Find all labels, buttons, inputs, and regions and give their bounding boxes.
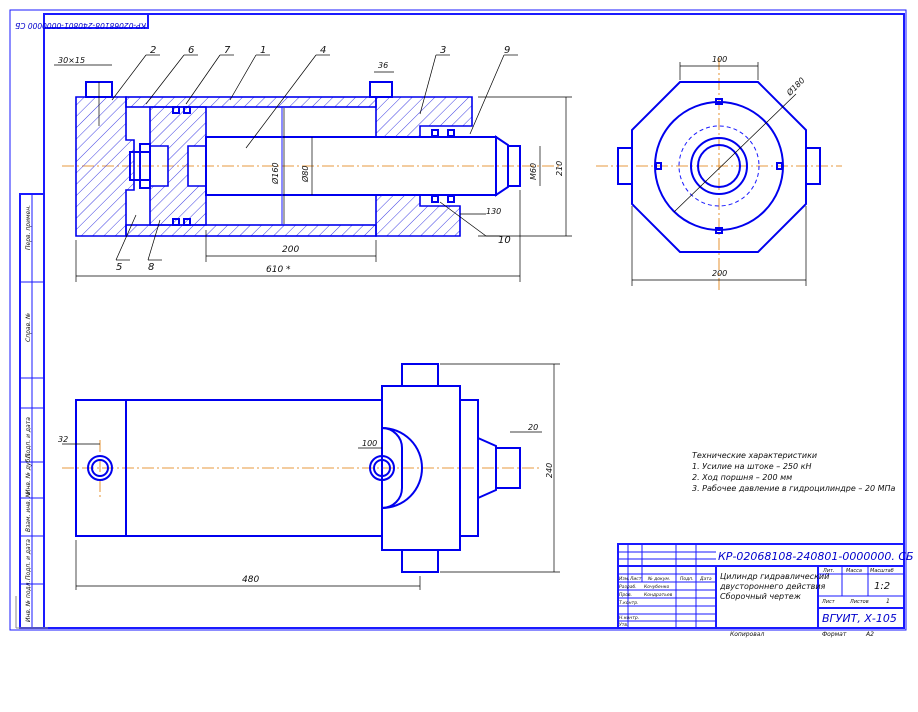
side-dim-length: 480 — [242, 575, 259, 585]
drawing-sheet: КР-02068108-240801-0000000 СБ Инв. № под… — [9, 9, 914, 638]
strip-label-3: Взам. инв. № — [25, 491, 32, 532]
strip-label-5: Подп. и дата — [25, 417, 32, 458]
tb-role-2: Пров. — [619, 592, 632, 598]
dim-rod-end: М60 — [529, 163, 538, 180]
strip-label-1: Инв. № подл. — [25, 581, 32, 622]
callout-1: 1 — [260, 45, 266, 56]
tb-org: ВГУИТ, Х-105 — [822, 612, 897, 625]
tb-role-name-1: Кочубенко — [644, 584, 669, 590]
dim-rod-dia: Ø80 — [300, 166, 310, 183]
strip-label-7: Перв. примен. — [25, 205, 32, 250]
tb-sheets: Листов — [849, 599, 869, 605]
tb-col-mass: Масса — [846, 568, 862, 574]
tb-row-2: Лист — [629, 576, 642, 582]
dim-chamfer: 30×15 — [58, 56, 85, 65]
tech-notes-title: Технические характеристики — [692, 451, 817, 460]
side-dim-left: 32 — [58, 435, 68, 444]
dim-stroke: 200 — [282, 245, 299, 255]
tb-name-1: Цилиндр гидравлический — [720, 572, 829, 581]
tb-format-label: Формат — [822, 631, 847, 638]
callout-3: 3 — [440, 45, 446, 56]
callout-10: 10 — [498, 235, 511, 246]
tb-role-name-2: Кондратьев — [644, 592, 673, 598]
dim-height: 210 — [555, 161, 564, 176]
section-view: 2 6 7 1 4 3 9 5 8 10 30×15 36 200 610 * … — [54, 45, 572, 282]
dim-length: 610 * — [266, 265, 291, 275]
tb-sheets-count: 1 — [886, 598, 890, 605]
callout-8: 8 — [148, 262, 154, 273]
callout-9: 9 — [504, 45, 510, 56]
tb-role-3: Т.контр. — [619, 600, 639, 606]
end-view: 100 Ø180 200 — [596, 55, 842, 290]
side-view: 32 100 20 240 480 — [58, 363, 560, 590]
strip-label-4: Инв. № дубл. — [25, 453, 32, 494]
tech-note-1: 1. Усилие на штоке – 250 кН — [692, 462, 811, 471]
tb-name-3: Сборочный чертеж — [720, 592, 802, 601]
callout-4: 4 — [320, 45, 326, 56]
tb-row-1: Изм. — [619, 576, 630, 582]
tb-row-4: Подп. — [680, 576, 694, 582]
callout-5: 5 — [116, 262, 122, 273]
tb-sheet: Лист — [821, 599, 836, 605]
dim-piston-dia: Ø160 — [270, 162, 280, 185]
strip-label-2: Подп. и дата — [25, 539, 32, 580]
side-dim-height: 240 — [545, 463, 554, 478]
tb-role-1: Разраб. — [619, 584, 637, 590]
tb-col-lit: Лит. — [822, 568, 835, 574]
tb-role-4: Н.контр. — [619, 615, 639, 621]
top-stamp-text: КР-02068108-240801-0000000 СБ — [15, 21, 146, 30]
tb-col-scale: Масштаб — [870, 568, 894, 574]
tb-row-5: Дата — [699, 576, 712, 582]
callout-6: 6 — [188, 45, 194, 56]
title-block: КР-02068108-240801-0000000. СБ Цилиндр г… — [617, 543, 914, 638]
tb-role-5: Утв. — [619, 622, 628, 628]
left-strip: Инв. № подл. Подп. и дата Взам. инв. № И… — [19, 193, 45, 629]
tb-row-3: № докум. — [647, 576, 670, 582]
tech-note-3: 3. Рабочее давление в гидроцилиндре – 20… — [692, 484, 896, 493]
tb-name-2: двустороннего действия — [719, 582, 826, 591]
tech-notes: Технические характеристики 1. Усилие на … — [692, 451, 896, 493]
dim-gland: 130 — [486, 207, 501, 216]
callout-2: 2 — [150, 45, 156, 56]
top-stamp: КР-02068108-240801-0000000 СБ — [15, 13, 149, 30]
callout-7: 7 — [224, 45, 231, 56]
tb-format: А2 — [865, 631, 874, 638]
end-dim-top: 100 — [712, 55, 727, 64]
side-dim-rod: 20 — [528, 423, 538, 432]
tech-note-2: 2. Ход поршня – 200 мм — [692, 473, 792, 482]
side-dim-mount: 100 — [362, 439, 377, 448]
end-dim-bottom: 200 — [712, 269, 727, 278]
tb-copied: Копировал — [730, 631, 764, 638]
tb-designation: КР-02068108-240801-0000000. СБ — [718, 550, 914, 563]
dim-port: 36 — [378, 61, 388, 70]
strip-label-6: Справ. № — [25, 313, 32, 342]
tb-scale: 1:2 — [874, 581, 890, 592]
